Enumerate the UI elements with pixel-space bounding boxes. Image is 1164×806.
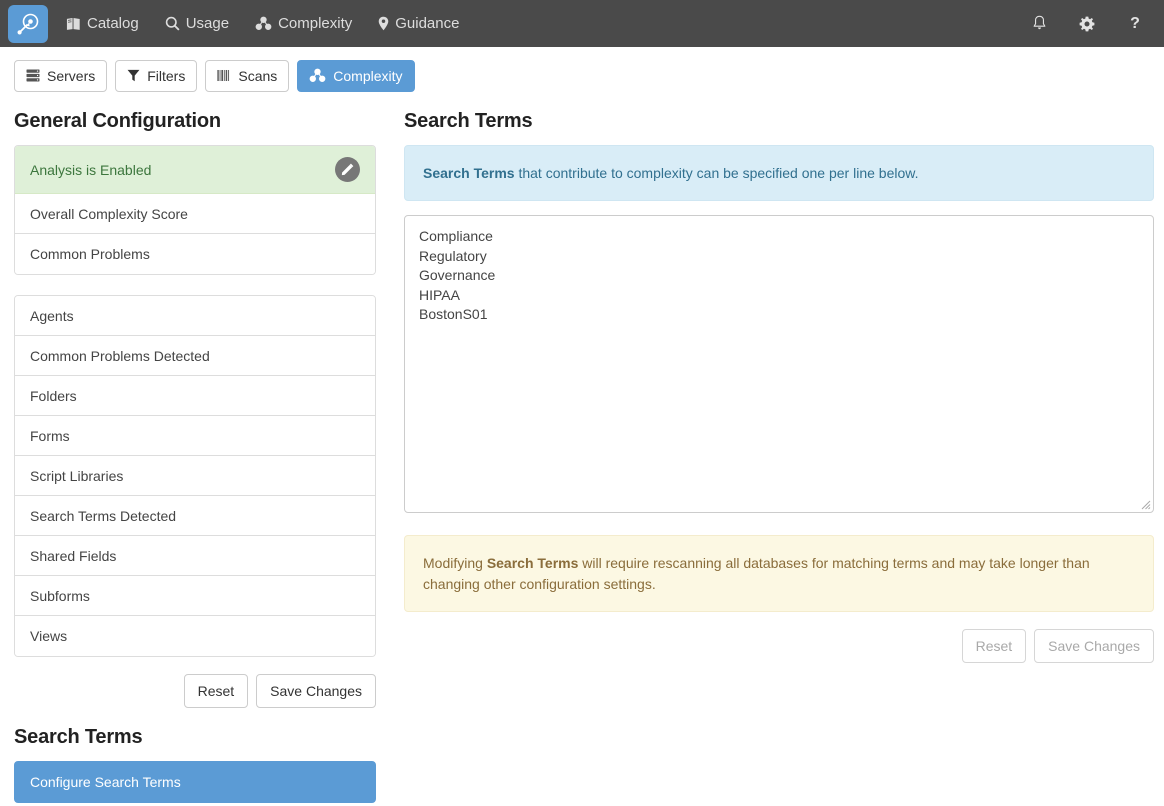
info-alert-bold-text: Search Terms — [423, 165, 515, 181]
toolbar-label-complexity: Complexity — [333, 68, 403, 84]
cubes-icon — [309, 68, 326, 85]
list-item-common-problems-detected[interactable]: Common Problems Detected — [15, 336, 375, 376]
toolbar-label-filters: Filters — [147, 68, 186, 84]
app-logo[interactable] — [8, 4, 48, 43]
toolbar-button-filters[interactable]: Filters — [115, 60, 198, 92]
list-item-label: Folders — [30, 387, 77, 404]
nav-label-catalog: Catalog — [87, 15, 139, 32]
warning-alert-bold-text: Search Terms — [486, 555, 579, 572]
toolbar-button-complexity[interactable]: Complexity — [297, 60, 415, 92]
list-item-script-libraries[interactable]: Script Libraries — [15, 456, 375, 496]
nav-link-complexity[interactable]: Complexity — [255, 16, 352, 31]
barcode-icon — [217, 69, 231, 84]
gear-icon[interactable] — [1078, 14, 1096, 34]
view-toolbar: Servers Filters Scans Complexity — [0, 47, 1164, 92]
list-item-folders[interactable]: Folders — [15, 376, 375, 416]
toolbar-label-scans: Scans — [238, 68, 278, 84]
cubes-icon — [255, 16, 272, 31]
nav-link-usage[interactable]: Usage — [165, 16, 229, 31]
general-reset-button[interactable]: Reset — [183, 674, 249, 708]
metrics-list-group: Agents Common Problems Detected Folders … — [14, 295, 376, 657]
pencil-icon — [341, 163, 354, 176]
search-terms-info-alert: Search Terms that contribute to complexi… — [404, 145, 1154, 202]
search-terms-input[interactable] — [404, 215, 1154, 514]
search-icon — [165, 16, 180, 31]
list-item-label: Agents — [30, 307, 74, 324]
list-item-search-terms-detected[interactable]: Search Terms Detected — [15, 496, 375, 536]
list-item-label: Subforms — [30, 587, 90, 604]
list-item-common-problems[interactable]: Common Problems — [15, 234, 375, 274]
search-terms-reset-button[interactable]: Reset — [961, 628, 1027, 663]
status-list-group: Analysis is Enabled Overall Complexity S… — [14, 145, 376, 275]
nav-label-guidance: Guidance — [395, 15, 460, 32]
bell-icon[interactable] — [1030, 14, 1048, 34]
list-item-label: Script Libraries — [30, 467, 124, 484]
search-terms-save-changes-button[interactable]: Save Changes — [1034, 628, 1154, 663]
toolbar-button-scans[interactable]: Scans — [205, 60, 290, 92]
general-configuration-panel: General Configuration Analysis is Enable… — [14, 92, 376, 804]
book-icon — [66, 17, 81, 31]
list-item-label: Shared Fields — [30, 547, 117, 564]
nav-label-complexity: Complexity — [278, 15, 353, 32]
search-terms-panel: Search Terms Search Terms that contribut… — [404, 92, 1154, 663]
general-save-changes-button[interactable]: Save Changes — [256, 674, 376, 708]
top-navbar: Catalog Usage Complexity Guidance ? — [0, 0, 1164, 47]
help-icon[interactable]: ? — [1126, 14, 1144, 34]
nav-link-guidance[interactable]: Guidance — [378, 16, 459, 31]
search-terms-sidebar-title: Search Terms — [14, 726, 143, 748]
configure-search-terms-button[interactable]: Configure Search Terms — [14, 761, 376, 804]
toolbar-button-servers[interactable]: Servers — [14, 60, 108, 92]
filter-icon — [127, 69, 140, 84]
toolbar-label-servers: Servers — [47, 68, 96, 84]
search-terms-warning-alert: Modifying Search Terms will require resc… — [404, 535, 1154, 612]
list-item-label: Common Problems — [30, 246, 150, 262]
list-item-shared-fields[interactable]: Shared Fields — [15, 536, 375, 576]
search-terms-title: Search Terms — [404, 110, 533, 132]
list-item-label: Analysis is Enabled — [30, 161, 152, 178]
primary-nav: Catalog Usage Complexity Guidance — [66, 16, 459, 31]
list-item-label: Forms — [30, 427, 70, 444]
list-item-views[interactable]: Views — [15, 616, 375, 656]
list-item-label: Views — [30, 628, 68, 644]
map-marker-icon — [378, 16, 389, 31]
list-item-label: Search Terms Detected — [30, 507, 177, 524]
list-item-forms[interactable]: Forms — [15, 416, 375, 456]
list-item-label: Common Problems Detected — [30, 347, 210, 364]
search-target-logo-icon — [17, 13, 39, 34]
edit-analysis-button[interactable] — [335, 157, 360, 182]
info-alert-text: that contribute to complexity can be spe… — [514, 165, 919, 181]
server-icon — [26, 69, 40, 84]
list-item-agents[interactable]: Agents — [15, 296, 375, 336]
list-item-analysis-enabled[interactable]: Analysis is Enabled — [15, 146, 375, 194]
search-terms-textarea-wrapper — [404, 215, 1154, 514]
search-terms-actions: Reset Save Changes — [404, 628, 1154, 663]
general-config-actions: Reset Save Changes — [14, 674, 376, 708]
warning-alert-lead: Modifying — [423, 555, 487, 572]
navbar-actions: ? — [1030, 14, 1150, 34]
nav-link-catalog[interactable]: Catalog — [66, 16, 139, 31]
general-configuration-title: General Configuration — [14, 110, 221, 132]
list-item-overall-complexity-score[interactable]: Overall Complexity Score — [15, 194, 375, 234]
nav-label-usage: Usage — [185, 15, 230, 32]
main-content: General Configuration Analysis is Enable… — [0, 92, 1164, 804]
list-item-subforms[interactable]: Subforms — [15, 576, 375, 616]
list-item-label: Overall Complexity Score — [30, 205, 188, 222]
